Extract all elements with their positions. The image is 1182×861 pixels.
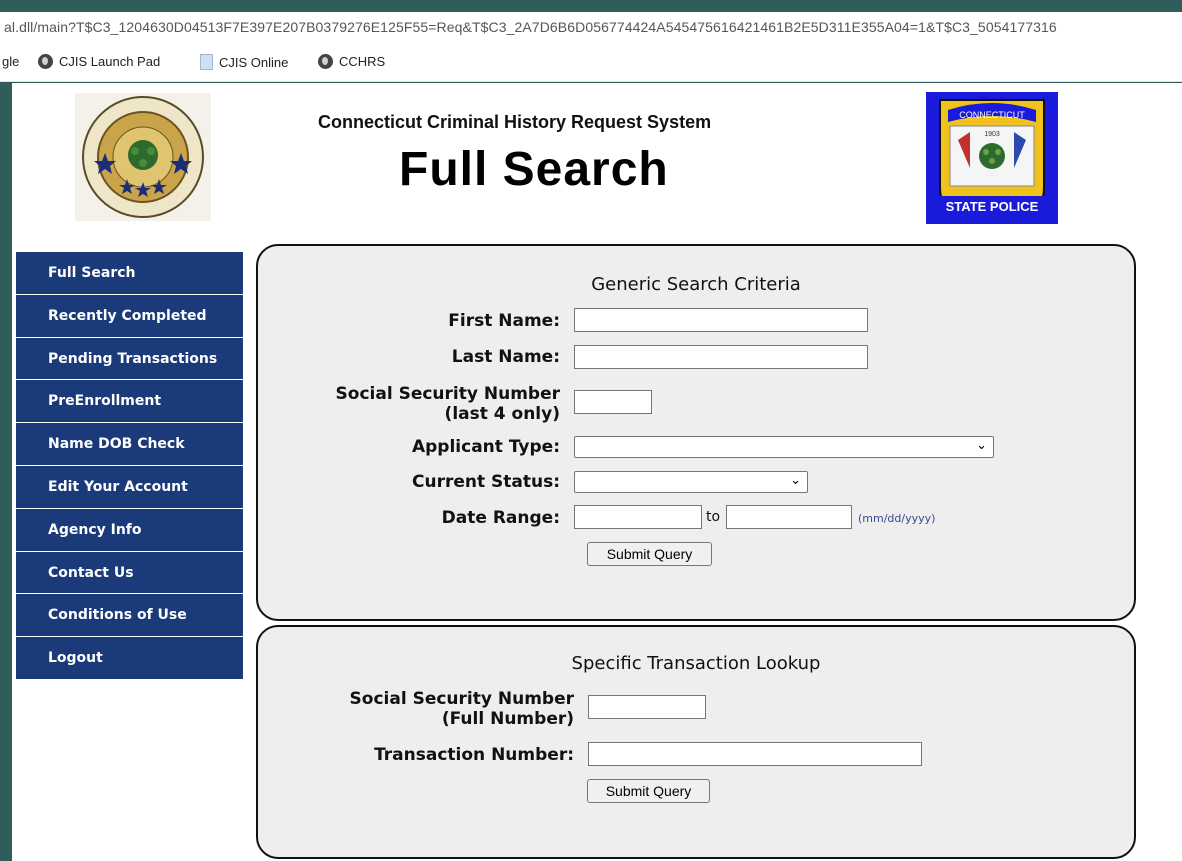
state-police-badge-icon: CONNECTICUT 1903 STATE POLICE <box>926 92 1058 224</box>
transaction-number-input[interactable] <box>588 742 922 766</box>
last-name-input[interactable] <box>574 345 868 369</box>
sidebar-nav: Full Search Recently Completed Pending T… <box>16 252 243 680</box>
specific-submit-button[interactable]: Submit Query <box>587 779 710 803</box>
ssn-last4-input[interactable] <box>574 390 652 414</box>
department-seal-icon <box>75 93 211 221</box>
sidebar-item-recently-completed[interactable]: Recently Completed <box>16 294 243 338</box>
generic-search-panel: Generic Search Criteria First Name: Last… <box>256 244 1136 621</box>
page-title: Full Search <box>399 143 669 196</box>
date-from-input[interactable] <box>574 505 702 529</box>
ssn-full-input[interactable] <box>588 695 706 719</box>
current-status-select[interactable]: ⌄ <box>574 471 808 493</box>
sidebar-item-full-search[interactable]: Full Search <box>16 252 243 295</box>
sidebar-item-conditions-of-use[interactable]: Conditions of Use <box>16 594 243 638</box>
globe-icon <box>38 54 53 69</box>
sidebar-item-edit-account[interactable]: Edit Your Account <box>16 465 243 509</box>
ssn-last4-label-line1: Social Security Number <box>335 384 560 404</box>
sidebar-item-contact-us[interactable]: Contact Us <box>16 551 243 595</box>
specific-lookup-panel: Specific Transaction Lookup Social Secur… <box>256 625 1136 859</box>
chevron-down-icon: ⌄ <box>976 438 987 453</box>
system-subtitle: Connecticut Criminal History Request Sys… <box>318 112 712 132</box>
ssn-last4-label: Social Security Number (last 4 only) <box>336 384 560 424</box>
sidebar-item-agency-info[interactable]: Agency Info <box>16 508 243 552</box>
bookmark-cchrs[interactable]: CCHRS <box>318 54 385 69</box>
sidebar-item-name-dob-check[interactable]: Name DOB Check <box>16 423 243 466</box>
bookmark-cjis-launch-pad[interactable]: CJIS Launch Pad <box>38 54 160 69</box>
document-icon <box>200 54 213 70</box>
ssn-last4-label-line2: (last 4 only) <box>444 404 560 424</box>
last-name-label: Last Name: <box>451 347 560 367</box>
sidebar-item-logout[interactable]: Logout <box>16 637 243 680</box>
ssn-full-label: Social Security Number (Full Number) <box>350 689 574 729</box>
address-bar[interactable]: al.dll/main?T$C3_1204630D04513F7E397E207… <box>0 12 1182 44</box>
date-to-input[interactable] <box>726 505 852 529</box>
bookmark-label: CJIS Launch Pad <box>59 54 161 69</box>
date-range-label: Date Range: <box>441 508 560 528</box>
sidebar-item-pending-transactions[interactable]: Pending Transactions <box>16 337 243 381</box>
globe-icon <box>318 54 333 69</box>
bookmark-label: CJIS Online <box>219 54 289 70</box>
date-format-hint: (mm/dd/yyyy) <box>858 512 936 525</box>
badge-bottom-text: STATE POLICE <box>946 199 1039 214</box>
sidebar-item-preenrollment[interactable]: PreEnrollment <box>16 380 243 424</box>
first-name-label: First Name: <box>448 311 560 331</box>
bookmark-label: CCHRS <box>339 54 386 69</box>
browser-top-edge <box>0 0 1182 12</box>
bookmark-label: gle <box>2 54 20 69</box>
badge-year-text: 1903 <box>984 131 1000 138</box>
ssn-full-label-line1: Social Security Number <box>349 689 574 709</box>
transaction-number-label: Transaction Number: <box>374 745 574 765</box>
applicant-type-select[interactable]: ⌄ <box>574 436 994 458</box>
bookmark-cjis-online[interactable]: CJIS Online <box>200 54 288 70</box>
bookmarks-bar: gle CJIS Launch Pad CJIS Online CCHRS <box>0 44 1182 82</box>
window-left-edge <box>0 83 12 861</box>
specific-lookup-title: Specific Transaction Lookup <box>571 653 821 674</box>
badge-top-text: CONNECTICUT <box>959 110 1025 120</box>
bookmark-google[interactable]: gle <box>2 54 19 69</box>
first-name-input[interactable] <box>574 308 868 332</box>
generic-submit-button[interactable]: Submit Query <box>587 542 712 566</box>
chevron-down-icon: ⌄ <box>790 473 801 488</box>
current-status-label: Current Status: <box>411 472 560 492</box>
ssn-full-label-line2: (Full Number) <box>441 709 574 729</box>
date-to-label: to <box>706 509 721 525</box>
applicant-type-label: Applicant Type: <box>411 437 560 457</box>
generic-search-title: Generic Search Criteria <box>591 274 801 295</box>
